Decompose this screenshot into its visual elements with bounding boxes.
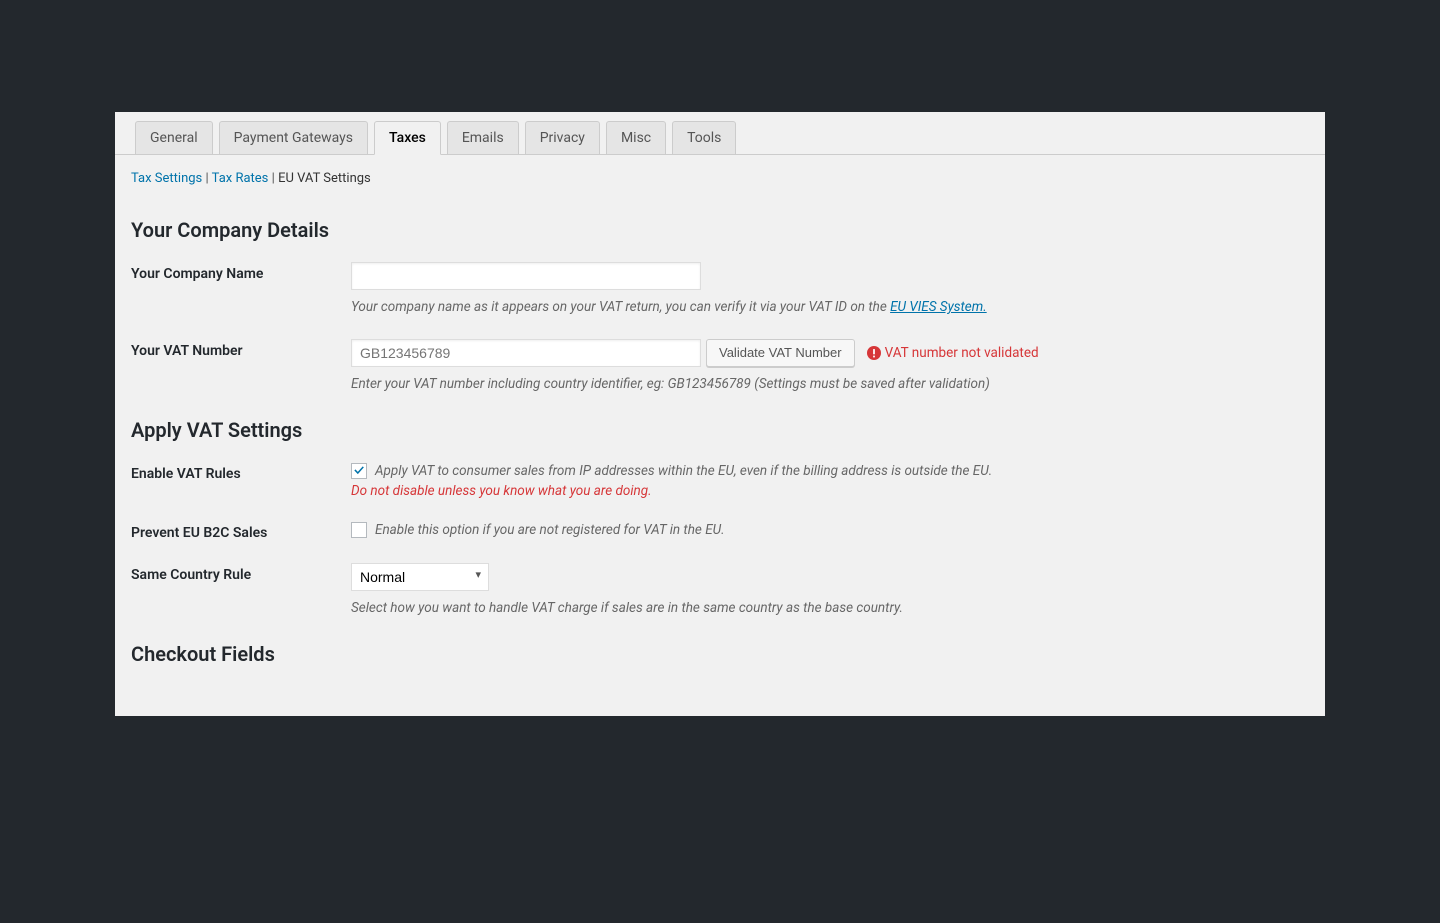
error-icon	[867, 346, 881, 360]
label-enable-vat: Enable VAT Rules	[131, 462, 351, 482]
primary-tabs: General Payment Gateways Taxes Emails Pr…	[115, 112, 1325, 155]
subnav-current: EU VAT Settings	[278, 171, 371, 186]
row-enable-vat: Enable VAT Rules Apply VAT to consumer s…	[131, 462, 1309, 499]
settings-panel: General Payment Gateways Taxes Emails Pr…	[115, 112, 1325, 716]
sub-nav: Tax Settings | Tax Rates | EU VAT Settin…	[115, 155, 1325, 194]
row-vat-number: Your VAT Number Validate VAT Number VAT …	[131, 339, 1309, 394]
tab-general[interactable]: General	[135, 121, 213, 155]
company-name-help-text: Your company name as it appears on your …	[351, 299, 890, 315]
prevent-b2c-desc: Enable this option if you are not regist…	[375, 521, 725, 540]
label-prevent-b2c: Prevent EU B2C Sales	[131, 521, 351, 541]
row-prevent-b2c: Prevent EU B2C Sales Enable this option …	[131, 521, 1309, 541]
label-company-name: Your Company Name	[131, 262, 351, 282]
eu-vies-link[interactable]: EU VIES System.	[890, 299, 987, 315]
vat-status-text: VAT number not validated	[885, 345, 1039, 361]
tab-taxes[interactable]: Taxes	[374, 121, 441, 155]
content-area: Your Company Details Your Company Name Y…	[115, 218, 1325, 666]
subnav-tax-rates[interactable]: Tax Rates	[212, 171, 269, 186]
prevent-b2c-checkbox[interactable]	[351, 522, 367, 538]
vat-status-badge: VAT number not validated	[867, 345, 1039, 361]
company-name-input[interactable]	[351, 262, 701, 290]
tab-misc[interactable]: Misc	[606, 121, 666, 155]
enable-vat-warning: Do not disable unless you know what you …	[351, 483, 1309, 499]
enable-vat-checkbox[interactable]	[351, 463, 367, 479]
section-heading-checkout: Checkout Fields	[131, 642, 1309, 666]
vat-number-help: Enter your VAT number including country …	[351, 375, 1309, 394]
row-company-name: Your Company Name Your company name as i…	[131, 262, 1309, 317]
label-vat-number: Your VAT Number	[131, 339, 351, 359]
label-same-country: Same Country Rule	[131, 563, 351, 583]
same-country-help: Select how you want to handle VAT charge…	[351, 599, 1309, 618]
row-same-country: Same Country Rule Normal Select how you …	[131, 563, 1309, 618]
tab-payment-gateways[interactable]: Payment Gateways	[219, 121, 368, 155]
subnav-separator: |	[206, 171, 209, 186]
tab-tools[interactable]: Tools	[672, 121, 736, 155]
subnav-separator: |	[272, 171, 275, 186]
tab-emails[interactable]: Emails	[447, 121, 519, 155]
validate-vat-button[interactable]: Validate VAT Number	[706, 339, 855, 367]
section-heading-company: Your Company Details	[131, 218, 1309, 242]
section-heading-apply: Apply VAT Settings	[131, 418, 1309, 442]
vat-number-input[interactable]	[351, 339, 701, 367]
company-name-help: Your company name as it appears on your …	[351, 298, 1309, 317]
subnav-tax-settings[interactable]: Tax Settings	[131, 171, 202, 186]
enable-vat-desc: Apply VAT to consumer sales from IP addr…	[375, 462, 992, 481]
tab-privacy[interactable]: Privacy	[525, 121, 600, 155]
same-country-select[interactable]: Normal	[351, 563, 489, 591]
